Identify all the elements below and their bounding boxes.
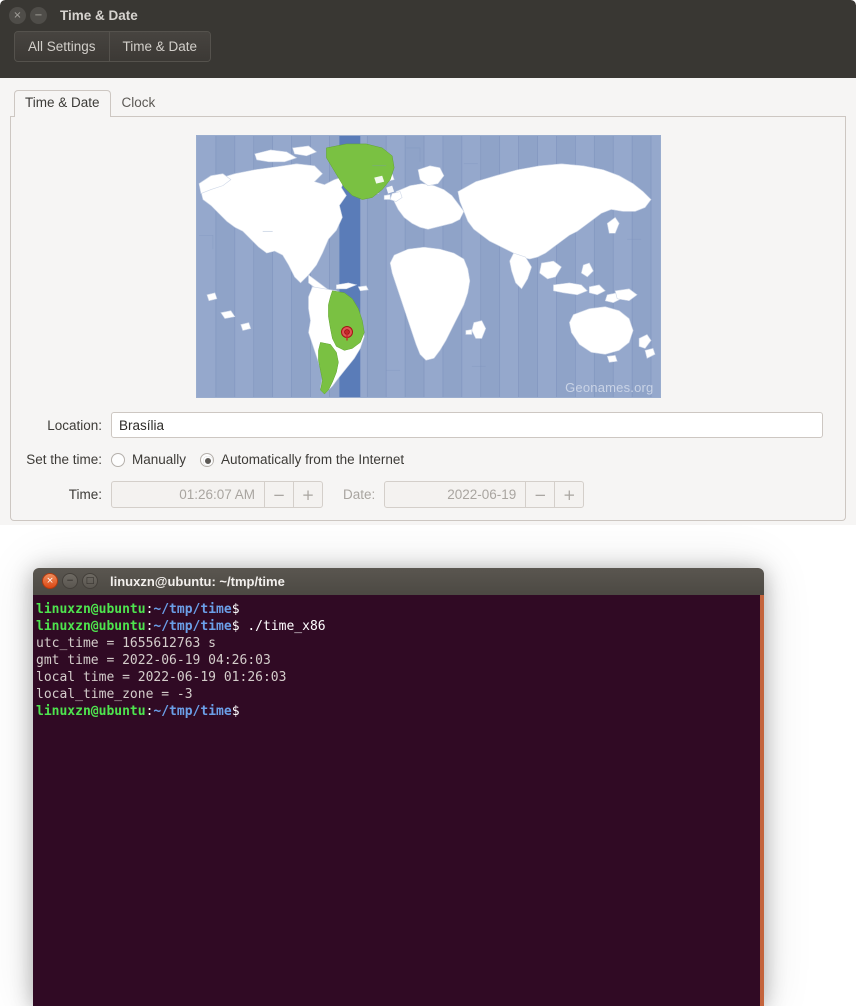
radio-automatically[interactable]: Automatically from the Internet <box>200 452 404 467</box>
world-map-graphic <box>196 136 660 397</box>
location-pin-icon <box>340 326 353 341</box>
date-increment-button[interactable]: + <box>554 482 583 507</box>
time-value[interactable]: 01:26:07 AM <box>112 482 264 507</box>
date-label: Date: <box>343 487 376 502</box>
date-decrement-button[interactable]: − <box>525 482 554 507</box>
time-spinner[interactable]: 01:26:07 AM − + <box>111 481 323 508</box>
time-label: Time: <box>68 487 102 502</box>
settings-titlebar: × − Time & Date <box>0 0 856 31</box>
window-title: Time & Date <box>60 8 138 23</box>
radio-manually-label: Manually <box>132 452 187 467</box>
breadcrumb: All Settings Time & Date <box>14 31 212 62</box>
time-date-row: Time: 01:26:07 AM − + Date: 2022-06-19 −… <box>11 481 845 508</box>
timezone-map[interactable]: Geonames.org <box>195 135 661 398</box>
terminal-body[interactable]: linuxzn@ubuntu:~/tmp/time$ linuxzn@ubunt… <box>33 595 764 1006</box>
radio-manually-icon[interactable] <box>111 452 125 467</box>
set-time-row: Set the time: Manually Automatically fro… <box>11 452 845 467</box>
location-row: Location: <box>11 412 845 438</box>
terminal-scrollbar[interactable] <box>760 595 764 1006</box>
terminal-title: linuxzn@ubuntu: ~/tmp/time <box>110 574 285 589</box>
location-input[interactable] <box>111 412 823 438</box>
terminal-window-controls: × − □ <box>42 573 98 589</box>
all-settings-button[interactable]: All Settings <box>15 32 110 61</box>
terminal-window: × − □ linuxzn@ubuntu: ~/tmp/time linuxzn… <box>33 568 764 1006</box>
settings-content: Time & Date Clock Geonames.org Location:… <box>0 78 856 525</box>
radio-automatically-label: Automatically from the Internet <box>221 452 405 467</box>
location-label: Location: <box>47 417 102 433</box>
time-increment-button[interactable]: + <box>293 482 322 507</box>
tab-panel-time-and-date: Geonames.org Location: Set the time: Man… <box>10 117 846 521</box>
panel-name-button[interactable]: Time & Date <box>109 32 211 61</box>
minimize-icon[interactable]: − <box>62 573 78 589</box>
date-value[interactable]: 2022-06-19 <box>385 482 525 507</box>
close-icon[interactable]: × <box>42 573 58 589</box>
set-time-label: Set the time: <box>26 452 102 467</box>
time-decrement-button[interactable]: − <box>264 482 293 507</box>
terminal-output: linuxzn@ubuntu:~/tmp/time$ linuxzn@ubunt… <box>36 602 326 719</box>
maximize-icon[interactable]: □ <box>82 573 98 589</box>
radio-manually[interactable]: Manually <box>111 452 186 467</box>
tab-clock[interactable]: Clock <box>111 90 167 116</box>
close-icon[interactable]: × <box>9 7 26 24</box>
settings-window: × − Time & Date All Settings Time & Date… <box>0 0 856 525</box>
radio-automatically-icon[interactable] <box>200 452 215 467</box>
tab-bar: Time & Date Clock <box>10 90 846 117</box>
settings-toolbar: All Settings Time & Date <box>0 31 856 78</box>
terminal-titlebar: × − □ linuxzn@ubuntu: ~/tmp/time <box>33 568 764 595</box>
minimize-icon[interactable]: − <box>30 7 47 24</box>
tab-time-and-date[interactable]: Time & Date <box>14 90 111 117</box>
settings-window-controls: × − <box>9 7 47 24</box>
date-spinner[interactable]: 2022-06-19 − + <box>384 481 585 508</box>
